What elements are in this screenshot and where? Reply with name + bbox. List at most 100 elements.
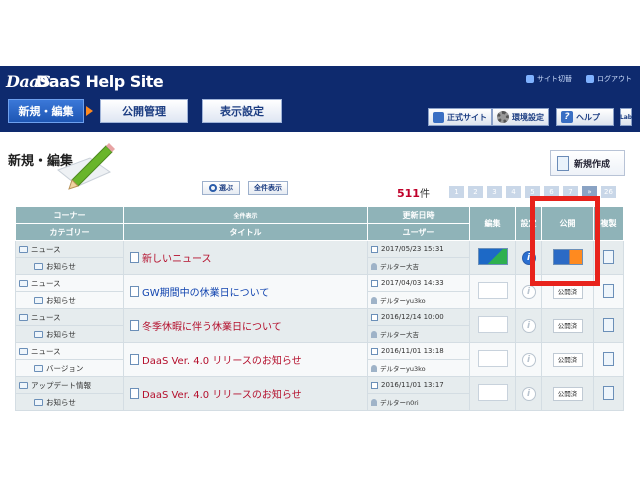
folder-icon: [34, 296, 43, 304]
header-updated: 更新日時: [367, 206, 470, 224]
article-title[interactable]: 冬季休暇に伴う休業日について: [124, 318, 367, 333]
info-icon[interactable]: i: [521, 284, 536, 299]
page-link[interactable]: 2: [468, 186, 483, 198]
corner-label: ニュース: [31, 312, 61, 322]
help-button[interactable]: ? ヘルプ: [556, 108, 614, 126]
site-logo[interactable]: DaaS DaaS Help Site: [6, 72, 164, 91]
show-all-button[interactable]: 全件表示: [248, 181, 288, 195]
user-text: デルターyu3ko: [380, 365, 426, 373]
site-icon: [433, 111, 444, 123]
article-title-text: 新しいニュース: [142, 254, 212, 265]
published-badge[interactable]: 公開済: [552, 352, 583, 367]
lab-button[interactable]: Lab: [620, 108, 632, 126]
table-row[interactable]: アップデート情報 DaaS Ver. 4.0 リリースのお知らせ 2016/11…: [15, 376, 624, 411]
category-label: バージョン: [46, 363, 84, 373]
new-create-button[interactable]: 新規作成: [550, 150, 625, 176]
help-label: ヘルプ: [576, 112, 600, 122]
official-site-button[interactable]: 正式サイト: [428, 108, 492, 126]
user-icon: [371, 262, 377, 270]
updated-user: デルターn0ri: [368, 397, 469, 407]
category-cell: お知らせ: [16, 295, 123, 306]
gear-icon: [497, 111, 509, 123]
info-icon[interactable]: i: [521, 318, 536, 333]
calendar-icon: [371, 279, 378, 287]
updated-user: デルターyu3ko: [368, 363, 469, 373]
tab-publish-management[interactable]: 公開管理: [100, 99, 188, 123]
env-settings-button[interactable]: 環境設定: [492, 108, 549, 126]
published-badge[interactable]: 公開済: [552, 318, 583, 333]
article-title[interactable]: GW期間中の休業日について: [124, 284, 367, 299]
tab-new-edit[interactable]: 新規・編集: [8, 99, 84, 123]
copy-icon[interactable]: [603, 385, 614, 400]
edit-icon[interactable]: [477, 384, 508, 401]
calendar-icon: [371, 245, 378, 253]
article-title-text: GW期間中の休業日について: [142, 288, 270, 299]
calendar-icon: [371, 313, 378, 321]
user-icon: [371, 330, 377, 338]
edit-icon[interactable]: [477, 282, 508, 299]
folder-icon: [34, 262, 43, 270]
header-edit: 編集: [469, 206, 516, 241]
copy-icon[interactable]: [603, 317, 614, 332]
edit-icon[interactable]: [477, 248, 508, 265]
published-badge[interactable]: 公開済: [552, 284, 583, 299]
copy-icon[interactable]: [603, 351, 614, 366]
logout-label: ログアウト: [597, 75, 632, 83]
header-corner: コーナー: [15, 206, 124, 224]
page-link[interactable]: 3: [487, 186, 502, 198]
site-header: DaaS DaaS Help Site サイト切替 ログアウト 新規・編集 公開…: [0, 66, 640, 132]
updated-date: 2017/04/03 14:33: [368, 279, 469, 287]
page-link[interactable]: 1: [449, 186, 464, 198]
calendar-icon: [371, 381, 378, 389]
page-icon: [130, 286, 139, 297]
date-text: 2017/04/03 14:33: [381, 279, 444, 287]
help-icon: ?: [561, 111, 573, 123]
published-badge[interactable]: 公開済: [552, 386, 583, 401]
folder-icon: [34, 330, 43, 338]
edit-icon[interactable]: [477, 350, 508, 367]
copy-icon[interactable]: [603, 283, 614, 298]
date-text: 2016/11/01 13:18: [381, 347, 444, 355]
user-text: デルターn0ri: [380, 399, 419, 407]
site-switch-label: サイト切替: [537, 75, 572, 83]
site-switch-link[interactable]: サイト切替: [526, 74, 572, 84]
active-tab-arrow-icon: [86, 106, 93, 116]
user-text: デルター大吉: [380, 263, 419, 271]
header-title: タイトル: [123, 223, 368, 241]
page-icon: [130, 320, 139, 331]
new-create-label: 新規作成: [574, 159, 611, 170]
site-title: DaaS Help Site: [36, 72, 164, 91]
table-row[interactable]: ニュース 冬季休暇に伴う休業日について 2016/12/14 10:00 i 公…: [15, 308, 624, 343]
logout-link[interactable]: ログアウト: [586, 74, 632, 84]
top-links: サイト切替 ログアウト: [526, 74, 632, 84]
category-cell: お知らせ: [16, 397, 123, 408]
folder-icon: [19, 381, 28, 389]
page-link[interactable]: 4: [506, 186, 521, 198]
table-row[interactable]: ニュース DaaS Ver. 4.0 リリースのお知らせ 2016/11/01 …: [15, 342, 624, 377]
copy-icon[interactable]: [603, 249, 614, 264]
info-icon[interactable]: i: [521, 352, 536, 367]
new-document-icon: [557, 155, 569, 171]
article-title[interactable]: 新しいニュース: [124, 250, 367, 265]
folder-icon: [19, 347, 28, 355]
edit-icon[interactable]: [477, 316, 508, 333]
article-title[interactable]: DaaS Ver. 4.0 リリースのお知らせ: [124, 352, 367, 367]
header-all-display[interactable]: 全件表示: [123, 206, 368, 224]
category-label: お知らせ: [46, 261, 76, 271]
page-last[interactable]: 26: [601, 186, 616, 198]
date-text: 2016/12/14 10:00: [381, 313, 444, 321]
updated-date: 2017/05/23 15:31: [368, 245, 469, 253]
select-button[interactable]: 選ぶ: [202, 181, 240, 195]
info-icon[interactable]: i: [521, 386, 536, 401]
publish-column-highlight: [530, 196, 600, 286]
corner-cell: ニュース: [16, 244, 123, 255]
user-text: デルター大吉: [380, 331, 419, 339]
tab-display-settings[interactable]: 表示設定: [202, 99, 282, 123]
corner-label: ニュース: [31, 278, 61, 288]
header-user: ユーザー: [367, 223, 470, 241]
date-text: 2016/11/01 13:17: [381, 381, 444, 389]
article-title[interactable]: DaaS Ver. 4.0 リリースのお知らせ: [124, 386, 367, 401]
result-count: 511件: [397, 185, 430, 200]
article-title-text: 冬季休暇に伴う休業日について: [142, 322, 282, 333]
updated-date: 2016/12/14 10:00: [368, 313, 469, 321]
